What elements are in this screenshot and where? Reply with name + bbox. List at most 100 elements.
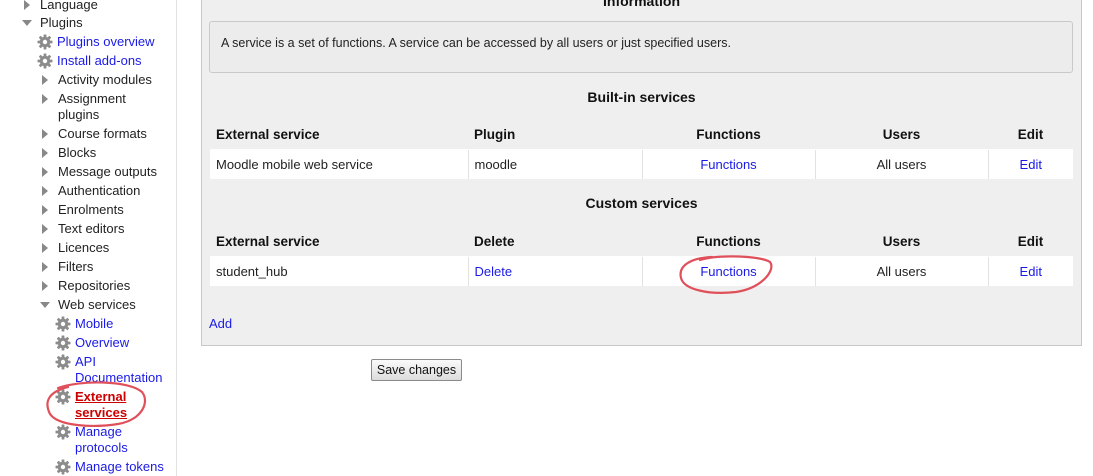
tree-item-text-editors[interactable]: Text editors	[42, 221, 124, 237]
builtin-services-table: External service Plugin Functions Users …	[210, 119, 1073, 179]
tree-label-line[interactable]: API	[75, 354, 162, 370]
table-row: Moodle mobile web service moodle Functio…	[210, 149, 1073, 179]
gear-icon	[37, 34, 53, 50]
link-mobile[interactable]: Mobile	[55, 316, 113, 332]
tree-label: Enrolments	[58, 202, 124, 217]
col-header-functions: Functions	[642, 119, 815, 150]
tree-link-label[interactable]: Manage tokens	[75, 459, 164, 475]
tree-label-line[interactable]: protocols	[75, 440, 128, 456]
expand-right-icon[interactable]	[42, 186, 48, 196]
col-header-edit: Edit	[988, 119, 1073, 150]
tree-label-line[interactable]: services	[75, 405, 127, 421]
cell-edit: Edit	[988, 256, 1073, 286]
tree-link-label[interactable]: API Documentation	[75, 354, 162, 386]
tree-item-language[interactable]: Language	[24, 0, 98, 13]
custom-services-title: Custom services	[585, 195, 698, 211]
tree-item-blocks[interactable]: Blocks	[42, 145, 96, 161]
builtin-services-title: Built-in services	[587, 89, 696, 105]
col-header-external-service: External service	[210, 226, 468, 257]
tree-label: Authentication	[58, 183, 141, 198]
link-manage-tokens[interactable]: Manage tokens	[55, 459, 164, 475]
admin-sidebar: Language Plugins Plugins overview Instal…	[0, 0, 177, 476]
col-header-edit: Edit	[988, 226, 1073, 257]
tree-item-plugins[interactable]: Plugins	[22, 15, 83, 31]
link-api-documentation[interactable]: API Documentation	[55, 354, 162, 386]
col-header-plugin: Plugin	[468, 119, 642, 150]
expand-right-icon[interactable]	[42, 167, 48, 177]
tree-item-filters[interactable]: Filters	[42, 259, 93, 275]
expand-right-icon[interactable]	[42, 205, 48, 215]
col-header-users: Users	[815, 119, 988, 150]
info-title: Information	[603, 0, 680, 9]
expand-down-icon[interactable]	[22, 20, 32, 26]
tree-label-line[interactable]: Documentation	[75, 370, 162, 386]
expand-right-icon[interactable]	[42, 129, 48, 139]
tree-link-label[interactable]: Mobile	[75, 316, 113, 332]
gear-icon	[55, 354, 71, 370]
functions-link[interactable]: Functions	[700, 264, 756, 279]
tree-item-assignment-plugins[interactable]: Assignment plugins	[42, 91, 126, 123]
tree-item-activity-modules[interactable]: Activity modules	[42, 72, 152, 88]
functions-link[interactable]: Functions	[700, 157, 756, 172]
tree-item-web-services[interactable]: Web services	[40, 297, 136, 313]
cell-service-name: Moodle mobile web service	[210, 149, 469, 179]
tree-label-line[interactable]: Manage	[75, 424, 128, 440]
tree-item-enrolments[interactable]: Enrolments	[42, 202, 124, 218]
tree-label-line[interactable]: External	[75, 389, 127, 405]
tree-label: Language	[40, 0, 98, 12]
custom-services-table: External service Delete Functions Users …	[210, 226, 1073, 286]
edit-link[interactable]: Edit	[1020, 157, 1042, 172]
link-install-addons[interactable]: Install add-ons	[37, 53, 142, 69]
link-overview[interactable]: Overview	[55, 335, 129, 351]
tree-link-label[interactable]: Install add-ons	[57, 53, 142, 69]
tree-link-label[interactable]: Plugins overview	[57, 34, 155, 50]
link-plugins-overview[interactable]: Plugins overview	[37, 34, 155, 50]
info-text: A service is a set of functions. A servi…	[221, 36, 731, 50]
expand-right-icon[interactable]	[42, 75, 48, 85]
cell-plugin: moodle	[468, 149, 643, 179]
expand-right-icon[interactable]	[42, 94, 48, 104]
save-changes-button[interactable]: Save changes	[371, 359, 462, 381]
col-header-users: Users	[815, 226, 988, 257]
expand-right-icon[interactable]	[42, 148, 48, 158]
tree-item-licences[interactable]: Licences	[42, 240, 109, 256]
gear-icon	[55, 389, 71, 405]
edit-link[interactable]: Edit	[1020, 264, 1042, 279]
tree-label: Activity modules	[58, 72, 152, 87]
tree-label: Filters	[58, 259, 94, 274]
cell-service-name: student_hub	[210, 256, 469, 286]
expand-right-icon[interactable]	[42, 224, 48, 234]
expand-right-icon[interactable]	[42, 243, 48, 253]
cell-delete: Delete	[468, 256, 643, 286]
tree-link-label[interactable]: Overview	[75, 335, 129, 351]
link-manage-protocols[interactable]: Manage protocols	[55, 424, 128, 456]
expand-right-icon[interactable]	[42, 281, 48, 291]
table-header-row: External service Plugin Functions Users …	[210, 119, 1073, 150]
tree-link-label[interactable]: Manage protocols	[75, 424, 128, 456]
tree-item-message-outputs[interactable]: Message outputs	[42, 164, 157, 180]
tree-label-line: plugins	[58, 107, 100, 122]
tree-label: Text editors	[58, 221, 125, 236]
tree-label: Assignment plugins	[58, 91, 126, 123]
col-header-functions: Functions	[642, 226, 815, 257]
cell-edit: Edit	[988, 149, 1073, 179]
tree-item-authentication[interactable]: Authentication	[42, 183, 140, 199]
tree-label: Course formats	[58, 126, 147, 141]
tree-label: Plugins	[40, 15, 83, 30]
link-external-services[interactable]: External services	[55, 389, 127, 421]
info-box: A service is a set of functions. A servi…	[209, 21, 1073, 73]
add-service-link[interactable]: Add	[209, 316, 232, 331]
expand-down-icon[interactable]	[40, 302, 50, 308]
gear-icon	[37, 53, 53, 69]
table-row: student_hub Delete Functions All users E…	[210, 256, 1073, 286]
services-panel: Information A service is a set of functi…	[201, 0, 1082, 346]
cell-functions: Functions	[642, 149, 816, 179]
gear-icon	[55, 459, 71, 475]
tree-link-label-active[interactable]: External services	[75, 389, 127, 421]
tree-item-repositories[interactable]: Repositories	[42, 278, 130, 294]
expand-right-icon[interactable]	[24, 0, 30, 10]
tree-label: Licences	[58, 240, 110, 255]
tree-item-course-formats[interactable]: Course formats	[42, 126, 147, 142]
delete-link[interactable]: Delete	[475, 264, 513, 279]
expand-right-icon[interactable]	[42, 262, 48, 272]
